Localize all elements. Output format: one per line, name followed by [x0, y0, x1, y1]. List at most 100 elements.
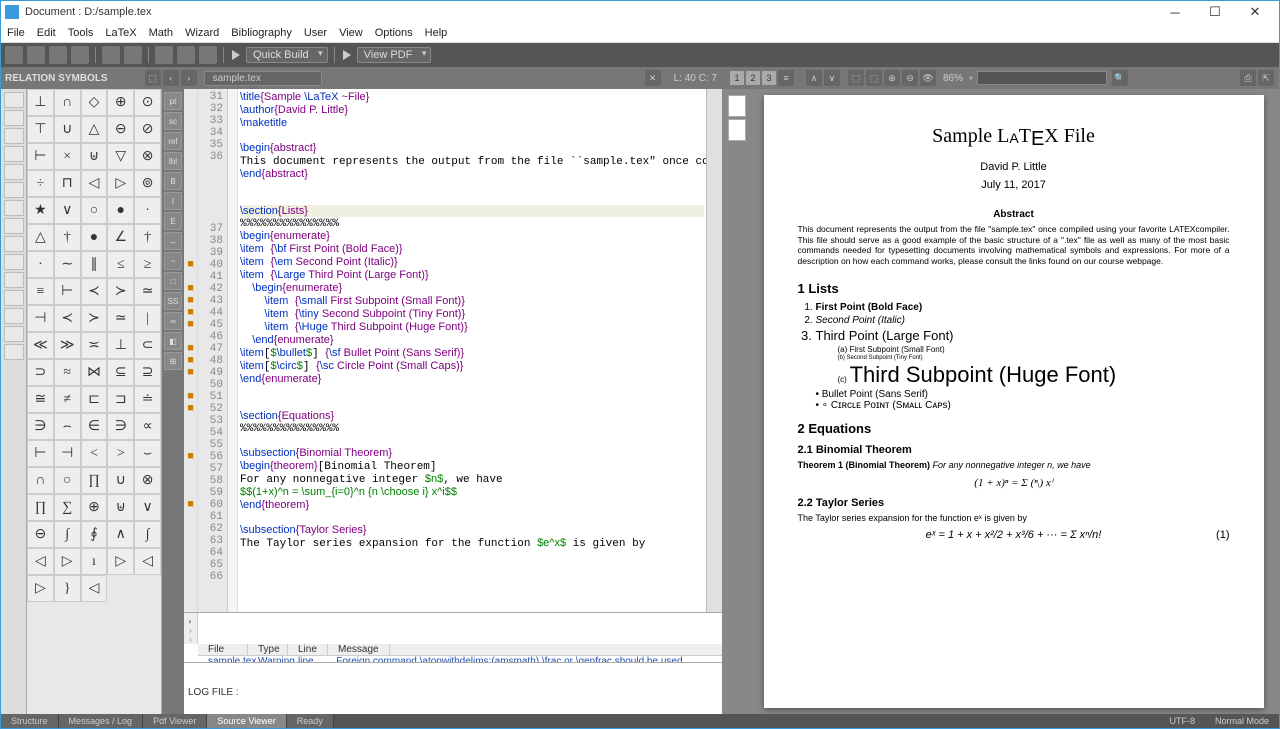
symbol-cell[interactable]: ⊎ — [81, 143, 108, 170]
pdf-thumb-1[interactable] — [728, 95, 746, 117]
view-combo[interactable]: View PDF — [357, 47, 432, 63]
run-icon[interactable] — [232, 50, 240, 60]
symbol-cell[interactable]: ⊘ — [134, 116, 161, 143]
status-tab-structure[interactable]: Structure — [1, 714, 59, 728]
symbol-cell[interactable]: ⊐ — [107, 386, 134, 413]
menu-bibliography[interactable]: Bibliography — [231, 27, 292, 39]
close-tab-icon[interactable]: ✕ — [645, 70, 661, 86]
msg-next-icon[interactable]: › — [189, 626, 192, 635]
cut-button[interactable] — [155, 46, 173, 64]
symbol-cell[interactable]: ∏ — [81, 467, 108, 494]
symbol-cell[interactable]: ≡ — [27, 278, 54, 305]
pdf-up-icon[interactable]: ∧ — [806, 70, 822, 86]
symbol-cell[interactable]: ∧ — [107, 521, 134, 548]
zoom-level[interactable]: 86% — [943, 73, 963, 84]
symbol-cell[interactable]: ∈ — [81, 413, 108, 440]
symbol-cell[interactable]: ≈ — [54, 359, 81, 386]
col-file[interactable]: File — [198, 644, 248, 655]
quick-⊞[interactable]: ⊞ — [164, 352, 182, 370]
symbol-cell[interactable]: ⊎ — [107, 494, 134, 521]
col-message[interactable]: Message — [328, 644, 390, 655]
page-2-button[interactable]: 2 — [746, 71, 760, 85]
symbol-cell[interactable]: ∝ — [134, 413, 161, 440]
symbol-cell[interactable]: ⋈ — [81, 359, 108, 386]
menu-wizard[interactable]: Wizard — [185, 27, 219, 39]
symbol-category-11[interactable] — [4, 290, 24, 306]
symbol-cell[interactable]: ∩ — [54, 89, 81, 116]
minimize-button[interactable]: ─ — [1155, 2, 1195, 22]
symbol-cell[interactable]: ∮ — [81, 521, 108, 548]
symbol-category-1[interactable] — [4, 110, 24, 126]
symbol-cell[interactable]: ▷ — [27, 575, 54, 602]
symbol-category-9[interactable] — [4, 254, 24, 270]
quick-sc[interactable]: sc — [164, 112, 182, 130]
menu-tools[interactable]: Tools — [68, 27, 94, 39]
symbol-category-10[interactable] — [4, 272, 24, 288]
pdf-down-icon[interactable]: ∨ — [824, 70, 840, 86]
symbol-cell[interactable]: ◁ — [81, 170, 108, 197]
status-tab-ready[interactable]: Ready — [287, 714, 334, 728]
symbol-cell[interactable]: ◁ — [81, 575, 108, 602]
symbol-cell[interactable]: < — [81, 440, 108, 467]
save-button[interactable] — [49, 46, 67, 64]
menu-user[interactable]: User — [304, 27, 327, 39]
symbol-cell[interactable]: ⊢ — [27, 143, 54, 170]
symbol-cell[interactable]: ● — [81, 224, 108, 251]
page-3-button[interactable]: 3 — [762, 71, 776, 85]
symbol-category-5[interactable] — [4, 182, 24, 198]
copy-button[interactable] — [177, 46, 195, 64]
symbol-cell[interactable]: · — [27, 251, 54, 278]
symbol-cell[interactable]: ⊥ — [107, 332, 134, 359]
view-icon[interactable] — [343, 50, 351, 60]
symbol-cell[interactable]: ≅ — [27, 386, 54, 413]
symbol-cell[interactable]: ◁ — [134, 548, 161, 575]
symbol-cell[interactable]: ∥ — [81, 251, 108, 278]
print-icon[interactable]: ⎙ — [1240, 70, 1256, 86]
col-line[interactable]: Line — [288, 644, 328, 655]
symbol-cell[interactable]: ⊇ — [134, 359, 161, 386]
menu-help[interactable]: Help — [425, 27, 448, 39]
msg-prev-icon[interactable]: ‹ — [189, 635, 192, 644]
editor-scrollbar[interactable] — [706, 89, 722, 612]
symbol-cell[interactable]: ≤ — [107, 251, 134, 278]
symbol-cell[interactable]: ⊗ — [134, 143, 161, 170]
symbol-cell[interactable]: ≃ — [134, 278, 161, 305]
symbol-cell[interactable]: ◁ — [27, 548, 54, 575]
eye-icon[interactable]: 👁 — [920, 70, 936, 86]
symbol-category-4[interactable] — [4, 164, 24, 180]
symbol-cell[interactable]: ⊢ — [27, 440, 54, 467]
symbol-cell[interactable]: ⊣ — [54, 440, 81, 467]
symbol-cell[interactable]: ≍ — [81, 332, 108, 359]
symbol-category-3[interactable] — [4, 146, 24, 162]
symbol-cell[interactable]: ⌢ — [54, 413, 81, 440]
quick-SS[interactable]: SS — [164, 292, 182, 310]
col-type[interactable]: Type — [248, 644, 288, 655]
symbol-cell[interactable]: ≺ — [54, 305, 81, 332]
quick-↔[interactable]: ↔ — [164, 232, 182, 250]
zoom-in-icon[interactable]: ⊕ — [884, 70, 900, 86]
toc-icon[interactable]: ≡ — [778, 70, 794, 86]
symbol-cell[interactable]: ⌣ — [134, 440, 161, 467]
symbol-cell[interactable]: † — [134, 224, 161, 251]
symbol-cell[interactable]: △ — [27, 224, 54, 251]
page-1-button[interactable]: 1 — [730, 71, 744, 85]
quick-pt[interactable]: pt — [164, 92, 182, 110]
symbol-cell[interactable]: ∫ — [134, 521, 161, 548]
external-icon[interactable]: ⇱ — [1258, 70, 1274, 86]
symbol-cell[interactable]: ∋ — [107, 413, 134, 440]
symbol-cell[interactable]: ▷ — [54, 548, 81, 575]
symbol-category-7[interactable] — [4, 218, 24, 234]
symbol-cell[interactable]: ∨ — [134, 494, 161, 521]
symbol-cell[interactable]: ≠ — [54, 386, 81, 413]
symbol-cell[interactable]: ∏ — [27, 494, 54, 521]
symbol-cell[interactable]: ∪ — [54, 116, 81, 143]
quick-B[interactable]: B — [164, 172, 182, 190]
symbol-cell[interactable]: ≻ — [107, 278, 134, 305]
symbol-cell[interactable]: ⊓ — [54, 170, 81, 197]
symbol-cell[interactable]: ⊚ — [134, 170, 161, 197]
symbol-cell[interactable]: ≥ — [134, 251, 161, 278]
symbol-cell[interactable]: ∋ — [27, 413, 54, 440]
symbol-cell[interactable]: } — [54, 575, 81, 602]
symbol-cell[interactable]: ◇ — [81, 89, 108, 116]
collapse-icon[interactable]: ⬚ — [145, 70, 161, 86]
